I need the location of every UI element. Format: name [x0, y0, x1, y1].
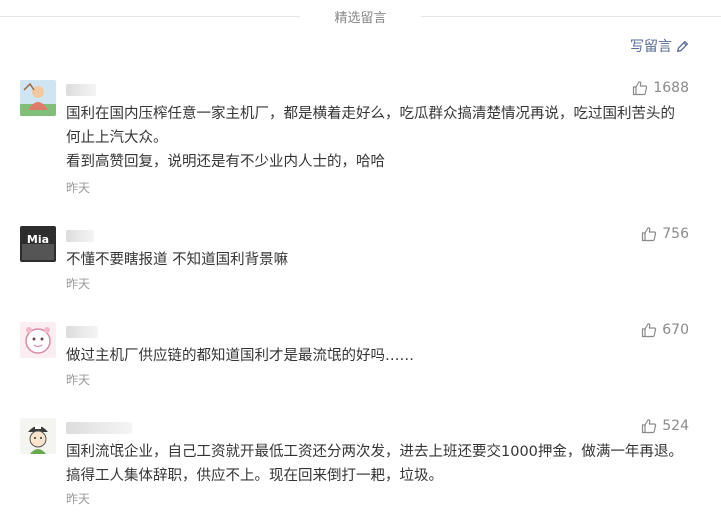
nickname-redacted	[66, 230, 94, 242]
comment-time: 昨天	[66, 492, 91, 506]
avatar[interactable]	[20, 418, 56, 454]
write-comment-label: 写留言	[630, 39, 672, 55]
thumbs-up-icon	[633, 81, 648, 96]
like-count: 524	[662, 418, 689, 434]
avatar[interactable]	[20, 80, 56, 116]
thumbs-up-icon	[642, 227, 657, 242]
comment-text: 不懂不要瞎报道 不知道国利背景嘛	[66, 252, 289, 268]
like-count: 756	[662, 226, 689, 242]
thumbs-up-icon	[642, 323, 657, 338]
section-title: 精选留言	[334, 11, 387, 26]
like-button[interactable]: 756	[641, 226, 689, 242]
like-button[interactable]: 1688	[632, 80, 689, 96]
comment-time: 昨天	[66, 373, 91, 387]
divider	[0, 16, 300, 17]
comment-time: 昨天	[66, 181, 91, 195]
thumbs-up-icon	[642, 419, 657, 434]
section-header: 精选留言	[0, 0, 721, 34]
comment-text: 国利在国内压榨任意一家主机厂，都是横着走好么，吃瓜群众搞清楚情况再说，吃过国利苦…	[66, 106, 675, 170]
divider	[421, 16, 721, 17]
like-button[interactable]: 524	[641, 418, 689, 434]
nickname-redacted	[66, 84, 96, 96]
write-comment-link[interactable]: 写留言	[630, 36, 689, 56]
pencil-icon	[676, 40, 689, 52]
avatar[interactable]: Mia	[20, 226, 56, 262]
like-count: 1688	[653, 80, 689, 96]
comment-time: 昨天	[66, 277, 91, 291]
nickname-redacted	[66, 326, 98, 338]
avatar[interactable]	[20, 322, 56, 358]
comment-text: 国利流氓企业，自己工资就开最低工资还分两次发，进去上班还要交1000押金，做满一…	[66, 444, 683, 484]
like-count: 670	[662, 322, 689, 338]
like-button[interactable]: 670	[641, 322, 689, 338]
comment-text: 做过主机厂供应链的都知道国利才是最流氓的好吗……	[66, 348, 414, 364]
svg-text:Mia: Mia	[27, 233, 49, 246]
nickname-redacted	[66, 422, 132, 434]
